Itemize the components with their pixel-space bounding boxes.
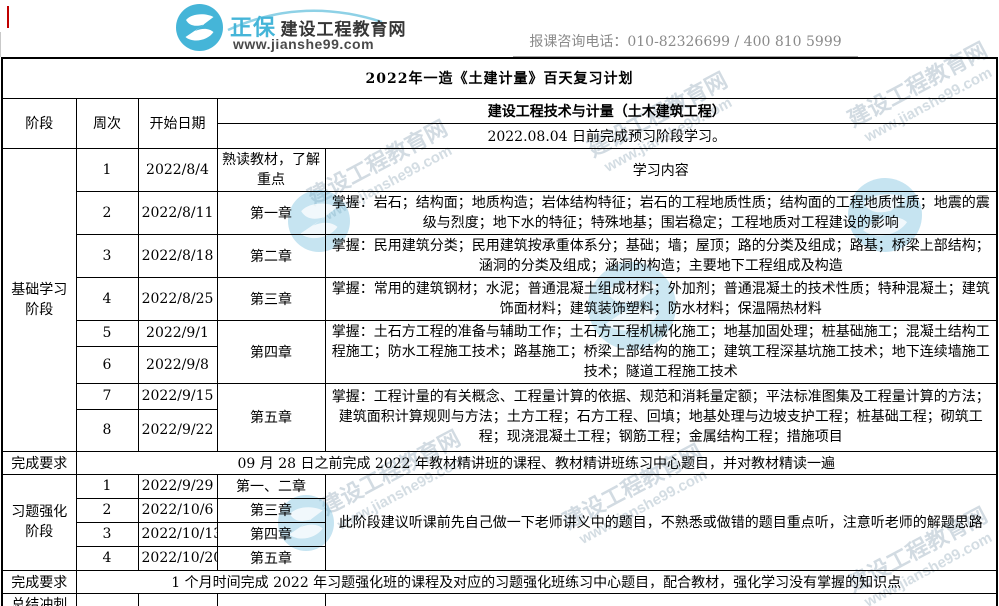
preview-deadline: 2022.08.04 日前完成预习阶段学习。 bbox=[217, 123, 997, 148]
week-cell: 1 bbox=[76, 593, 138, 606]
date-cell: 2022/9/29 bbox=[138, 474, 217, 498]
chapter-cell: 第三章 bbox=[217, 277, 325, 320]
chapter-cell: 第一、二章 bbox=[217, 474, 325, 498]
chapter-cell: 第二章 bbox=[217, 234, 325, 277]
date-cell: 2022/9/8 bbox=[138, 346, 217, 383]
content-header: 学习内容 bbox=[325, 148, 997, 191]
date-cell: 2022/9/1 bbox=[138, 320, 217, 346]
date-cell: 2022/9/15 bbox=[138, 383, 217, 409]
week-cell: 6 bbox=[76, 346, 138, 383]
week-cell: 3 bbox=[76, 522, 138, 546]
week-cell: 2 bbox=[76, 498, 138, 522]
chapter-cell: 第 1-5 章 bbox=[217, 593, 325, 606]
course-header: 建设工程技术与计量（土木建筑工程） bbox=[217, 98, 997, 123]
content-cell: 总结每一章节的知识框架，将自己总结的和老师考点串讲班的内容对比学习 bbox=[325, 593, 997, 606]
chapter-cell: 熟读教材，了解重点 bbox=[217, 148, 325, 191]
requirement-label: 完成要求 bbox=[2, 451, 76, 474]
content-cell: 掌握：民用建筑分类；民用建筑按承重体系分；基础；墙；屋顶；路的分类及组成；路基；… bbox=[325, 234, 997, 277]
week-cell: 1 bbox=[76, 474, 138, 498]
content-cell: 掌握：工程计量的有关概念、工程量计算的依据、规范和消耗量定额；平法标准图集及工程… bbox=[325, 383, 997, 451]
chapter-cell: 第五章 bbox=[217, 383, 325, 451]
week-cell: 4 bbox=[76, 546, 138, 570]
week-cell: 5 bbox=[76, 320, 138, 346]
date-cell: 2022/10/6 bbox=[138, 498, 217, 522]
requirement-text: 1 个月时间完成 2022 年习题强化班的课程及对应的习题强化班练习中心题目，配… bbox=[76, 570, 997, 593]
week-cell: 1 bbox=[76, 148, 138, 191]
column-header-stage: 阶段 bbox=[2, 98, 76, 148]
chapter-cell: 第四章 bbox=[217, 522, 325, 546]
date-cell: 2022/10/27 bbox=[138, 593, 217, 606]
page-title: 2022年一造《土建计量》百天复习计划 bbox=[2, 58, 997, 98]
date-cell: 2022/9/22 bbox=[138, 409, 217, 451]
study-plan-page: 正保 建设工程教育网 www.jianshe99.com 报课咨询电话：010-… bbox=[0, 0, 999, 606]
week-cell: 2 bbox=[76, 191, 138, 234]
chapter-cell: 第三章 bbox=[217, 498, 325, 522]
week-cell: 7 bbox=[76, 383, 138, 409]
content-cell: 掌握：土石方工程的准备与辅助工作；土石方工程机械化施工；地基加固处理；桩基础施工… bbox=[325, 320, 997, 383]
date-cell: 2022/10/20 bbox=[138, 546, 217, 570]
content-cell: 掌握：岩石；结构面；地质构造；岩体结构特征；岩石的工程地质性质；结构面的工程地质… bbox=[325, 191, 997, 234]
stage-name-exercise: 习题强化阶段 bbox=[2, 474, 76, 570]
stage-name-sprint: 总结冲刺阶段 bbox=[2, 593, 76, 606]
requirement-label: 完成要求 bbox=[2, 570, 76, 593]
date-cell: 2022/8/25 bbox=[138, 277, 217, 320]
chapter-cell: 第四章 bbox=[217, 320, 325, 383]
logo-z-icon bbox=[176, 4, 223, 51]
text-cursor-mark bbox=[7, 6, 9, 28]
week-cell: 8 bbox=[76, 409, 138, 451]
consult-phone: 报课咨询电话：010-82326699 / 400 810 5999 bbox=[513, 31, 858, 57]
date-cell: 2022/8/4 bbox=[138, 148, 217, 191]
column-header-date: 开始日期 bbox=[138, 98, 217, 148]
study-plan-table: 2022年一造《土建计量》百天复习计划 阶段 周次 开始日期 建设工程技术与计量… bbox=[1, 57, 998, 606]
week-cell: 4 bbox=[76, 277, 138, 320]
requirement-text: 09 月 28 日之前完成 2022 年教材精讲班的课程、教材精讲班练习中心题目… bbox=[76, 451, 997, 474]
date-cell: 2022/8/11 bbox=[138, 191, 217, 234]
stage-name-basic: 基础学习阶段 bbox=[2, 148, 76, 451]
window-edge-line bbox=[0, 32, 1, 57]
content-cell: 掌握：常用的建筑钢材；水泥；普通混凝土组成材料；外加剂；普通混凝土的技术性质；特… bbox=[325, 277, 997, 320]
phase2-advice: 此阶段建议听课前先自己做一下老师讲义中的题目，不熟悉或做错的题目重点听，注意听老… bbox=[325, 474, 997, 570]
chapter-cell: 第五章 bbox=[217, 546, 325, 570]
column-header-week: 周次 bbox=[76, 98, 138, 148]
date-cell: 2022/10/13 bbox=[138, 522, 217, 546]
date-cell: 2022/8/18 bbox=[138, 234, 217, 277]
week-cell: 3 bbox=[76, 234, 138, 277]
chapter-cell: 第一章 bbox=[217, 191, 325, 234]
site-url: www.jianshe99.com bbox=[233, 36, 374, 52]
